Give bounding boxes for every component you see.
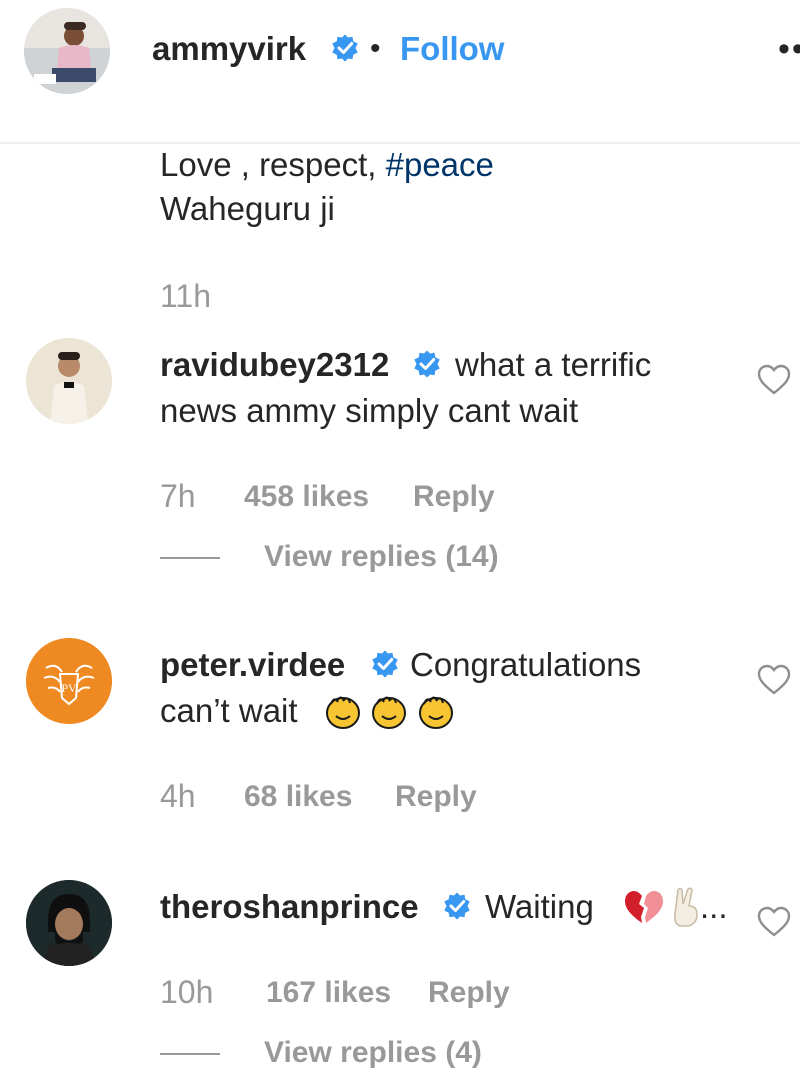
- reply-button[interactable]: Reply: [413, 480, 495, 514]
- comment-username[interactable]: ravidubey2312: [160, 346, 389, 384]
- comment-likes[interactable]: 458 likes: [244, 480, 369, 514]
- comment-username[interactable]: peter.virdee: [160, 646, 345, 684]
- caption-line-2: Waheguru ji: [160, 190, 335, 227]
- comment-text-line-2: news ammy simply cant wait: [160, 392, 579, 429]
- view-replies-button[interactable]: View replies (4): [264, 1036, 482, 1070]
- comment-text-line-2: can’t wait: [160, 692, 298, 729]
- clapping-hands-icon: [372, 696, 407, 729]
- caption-line-1: Love , respect, #peace: [160, 146, 494, 183]
- comment-likes[interactable]: 68 likes: [244, 780, 352, 814]
- post-header: ammyvirk • Follow •••: [0, 0, 800, 144]
- emoji-group: [622, 886, 704, 930]
- comment-truncation: ...: [700, 888, 728, 925]
- verified-badge-icon: [444, 892, 470, 920]
- like-heart-icon[interactable]: [757, 664, 791, 696]
- replies-divider: [160, 557, 220, 559]
- clapping-hands-icon: [418, 696, 453, 729]
- owner-avatar[interactable]: [24, 8, 110, 94]
- hashtag-link[interactable]: #peace: [386, 146, 494, 183]
- comment-text-line-1: what a terrific: [455, 346, 652, 383]
- reply-button[interactable]: Reply: [428, 976, 510, 1010]
- verified-badge-icon: [332, 34, 358, 62]
- comment-text-line-1: Waiting: [485, 888, 594, 925]
- like-heart-icon[interactable]: [757, 364, 791, 396]
- more-options-icon[interactable]: •••: [778, 30, 800, 69]
- svg-text:PV: PV: [61, 681, 77, 695]
- replies-divider: [160, 1053, 220, 1055]
- reply-button[interactable]: Reply: [395, 780, 477, 814]
- commenter-avatar[interactable]: PV: [26, 638, 112, 724]
- comment-likes[interactable]: 167 likes: [266, 976, 391, 1010]
- commenter-avatar[interactable]: [26, 338, 112, 424]
- comment-text-line-1: Congratulations: [410, 646, 642, 683]
- verified-badge-icon: [414, 350, 440, 378]
- clapping-hands-icon: [326, 696, 360, 729]
- comment-timestamp: 10h: [160, 974, 214, 1010]
- comment-username[interactable]: theroshanprince: [160, 888, 419, 926]
- like-heart-icon[interactable]: [757, 906, 791, 938]
- follow-button[interactable]: Follow: [400, 30, 504, 68]
- comment-timestamp: 4h: [160, 778, 196, 814]
- commenter-avatar[interactable]: [26, 880, 112, 966]
- post-timestamp: 11h: [160, 278, 212, 314]
- emoji-group: [322, 690, 457, 734]
- verified-badge-icon: [372, 650, 398, 678]
- comment-timestamp: 7h: [160, 478, 196, 514]
- view-replies-button[interactable]: View replies (14): [264, 540, 499, 574]
- post-caption: Love , respect, #peace Waheguru ji: [160, 143, 494, 231]
- owner-username[interactable]: ammyvirk: [152, 30, 306, 68]
- broken-heart-icon: [625, 891, 663, 923]
- separator-dot: •: [370, 32, 381, 65]
